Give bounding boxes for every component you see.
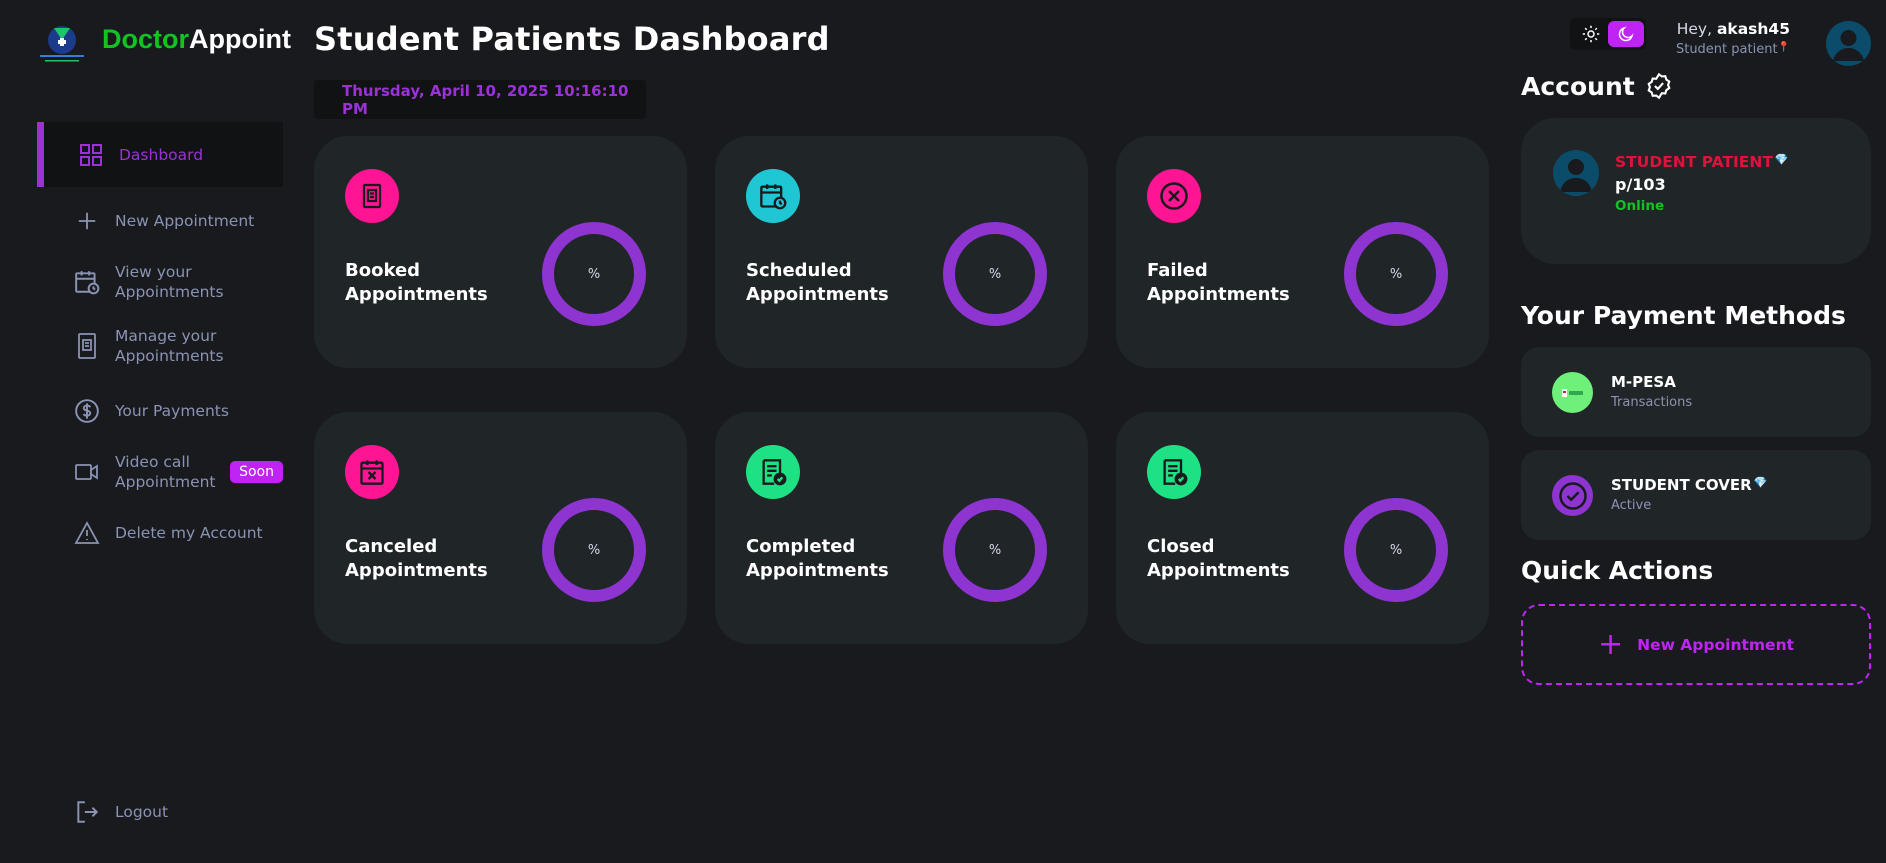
card-label: Closed Appointments xyxy=(1147,536,1290,581)
card-closed-appointments[interactable]: Closed Appointments % xyxy=(1116,412,1489,644)
progress-ring: % xyxy=(542,222,646,326)
greeting-text: Hey, xyxy=(1676,20,1712,38)
plus-icon: + xyxy=(1597,626,1624,662)
brand-name: DoctorAppoint xyxy=(102,23,291,54)
plus-icon xyxy=(73,207,101,235)
x-circle-icon xyxy=(1147,169,1201,223)
receipt-icon xyxy=(345,169,399,223)
progress-ring: % xyxy=(1344,222,1448,326)
calendar-clock-icon xyxy=(73,268,101,296)
dollar-icon xyxy=(73,397,101,425)
check-circle-icon xyxy=(1552,475,1593,516)
document-check-icon xyxy=(746,445,800,499)
payment-name: M-PESA xyxy=(1611,373,1676,391)
percent-value: % xyxy=(988,542,1002,558)
logo-icon xyxy=(36,18,88,66)
progress-ring: % xyxy=(943,498,1047,602)
sidebar-item-label: New Appointment xyxy=(115,212,255,230)
card-canceled-appointments[interactable]: Canceled Appointments % xyxy=(314,412,687,644)
theme-toggle[interactable] xyxy=(1570,18,1646,50)
sidebar-item-dashboard[interactable]: Dashboard xyxy=(37,122,283,187)
sidebar-item-manage-appointments[interactable]: Manage your Appointments xyxy=(37,325,283,367)
new-appointment-button[interactable]: + New Appointment xyxy=(1521,604,1871,685)
payment-sub: Active xyxy=(1611,498,1652,513)
progress-ring: % xyxy=(1344,498,1448,602)
diamond-icon: 💎 xyxy=(1753,476,1768,489)
percent-value: % xyxy=(587,542,601,558)
card-scheduled-appointments[interactable]: Scheduled Appointments % xyxy=(715,136,1088,368)
avatar xyxy=(1553,150,1599,196)
payment-methods-title: Your Payment Methods xyxy=(1521,301,1846,330)
card-label: Scheduled Appointments xyxy=(746,260,889,305)
sidebar-item-label: Manage your Appointments xyxy=(115,327,224,365)
diamond-icon: 💎 xyxy=(1774,153,1789,166)
card-booked-appointments[interactable]: Booked Appointments % xyxy=(314,136,687,368)
user-role: Student patient xyxy=(1675,42,1778,57)
sidebar-item-video-call[interactable]: Video call Appointment Soon xyxy=(37,451,283,493)
percent-value: % xyxy=(1389,542,1403,558)
sidebar: DoctorAppoint Dashboard New Appointment … xyxy=(0,0,291,863)
sidebar-item-new-appointment[interactable]: New Appointment xyxy=(37,205,283,237)
card-label: Booked Appointments xyxy=(345,260,488,305)
progress-ring: % xyxy=(542,498,646,602)
datetime-display: Thursday, April 10, 2025 10:16:10 PM xyxy=(314,80,646,119)
username: akash45 xyxy=(1716,20,1790,38)
sidebar-item-label: Delete my Account xyxy=(115,524,263,542)
account-id: p/103 xyxy=(1615,175,1666,194)
logo[interactable]: DoctorAppoint xyxy=(36,18,291,66)
verified-badge-icon xyxy=(1645,72,1673,106)
payment-method-mpesa[interactable]: M-PESA Transactions xyxy=(1521,347,1871,437)
payment-method-student-cover[interactable]: STUDENT COVER 💎 Active xyxy=(1521,450,1871,540)
percent-value: % xyxy=(1389,266,1403,282)
progress-ring: % xyxy=(943,222,1047,326)
new-appointment-label: New Appointment xyxy=(1637,635,1795,654)
logout-label: Logout xyxy=(115,803,169,821)
calendar-x-icon xyxy=(345,445,399,499)
document-check-icon xyxy=(1147,445,1201,499)
account-title: Account xyxy=(1521,72,1673,106)
sidebar-item-view-appointments[interactable]: View your Appointments xyxy=(37,261,283,303)
logout-icon xyxy=(73,798,101,826)
payment-sub: Transactions xyxy=(1611,395,1693,410)
sidebar-item-delete-account[interactable]: Delete my Account xyxy=(37,517,283,549)
receipt-icon xyxy=(73,332,101,360)
card-label: Canceled Appointments xyxy=(345,536,488,581)
sidebar-item-label: Dashboard xyxy=(119,145,204,164)
logout-button[interactable]: Logout xyxy=(37,798,257,826)
account-type: STUDENT PATIENT 💎 xyxy=(1615,153,1789,171)
card-label: Failed Appointments xyxy=(1147,260,1290,305)
sidebar-item-payments[interactable]: Your Payments xyxy=(37,395,283,427)
avatar[interactable] xyxy=(1826,21,1871,66)
soon-badge: Soon xyxy=(230,461,283,483)
pin-icon: 📍 xyxy=(1777,42,1790,53)
percent-value: % xyxy=(988,266,1002,282)
mpesa-logo-icon xyxy=(1552,372,1593,413)
status-badge: Online xyxy=(1615,198,1665,214)
sidebar-nav: Dashboard New Appointment View your Appo… xyxy=(37,122,283,549)
sidebar-item-label: View your Appointments xyxy=(115,263,224,301)
sidebar-item-label: Video call Appointment xyxy=(115,453,216,491)
grid-icon xyxy=(77,141,105,169)
page-title: Student Patients Dashboard xyxy=(314,20,830,58)
moon-icon[interactable] xyxy=(1608,21,1644,47)
account-card: STUDENT PATIENT 💎 p/103 Online xyxy=(1521,118,1871,264)
percent-value: % xyxy=(587,266,601,282)
user-greeting: Hey, akash45 Student patient📍 xyxy=(1650,20,1790,57)
video-icon xyxy=(73,458,101,486)
card-failed-appointments[interactable]: Failed Appointments % xyxy=(1116,136,1489,368)
sun-icon[interactable] xyxy=(1579,22,1603,46)
warning-icon xyxy=(73,519,101,547)
payment-name: STUDENT COVER 💎 xyxy=(1611,476,1768,494)
sidebar-item-label: Your Payments xyxy=(115,402,229,420)
card-completed-appointments[interactable]: Completed Appointments % xyxy=(715,412,1088,644)
card-label: Completed Appointments xyxy=(746,536,889,581)
quick-actions-title: Quick Actions xyxy=(1521,556,1714,585)
calendar-clock-icon xyxy=(746,169,800,223)
